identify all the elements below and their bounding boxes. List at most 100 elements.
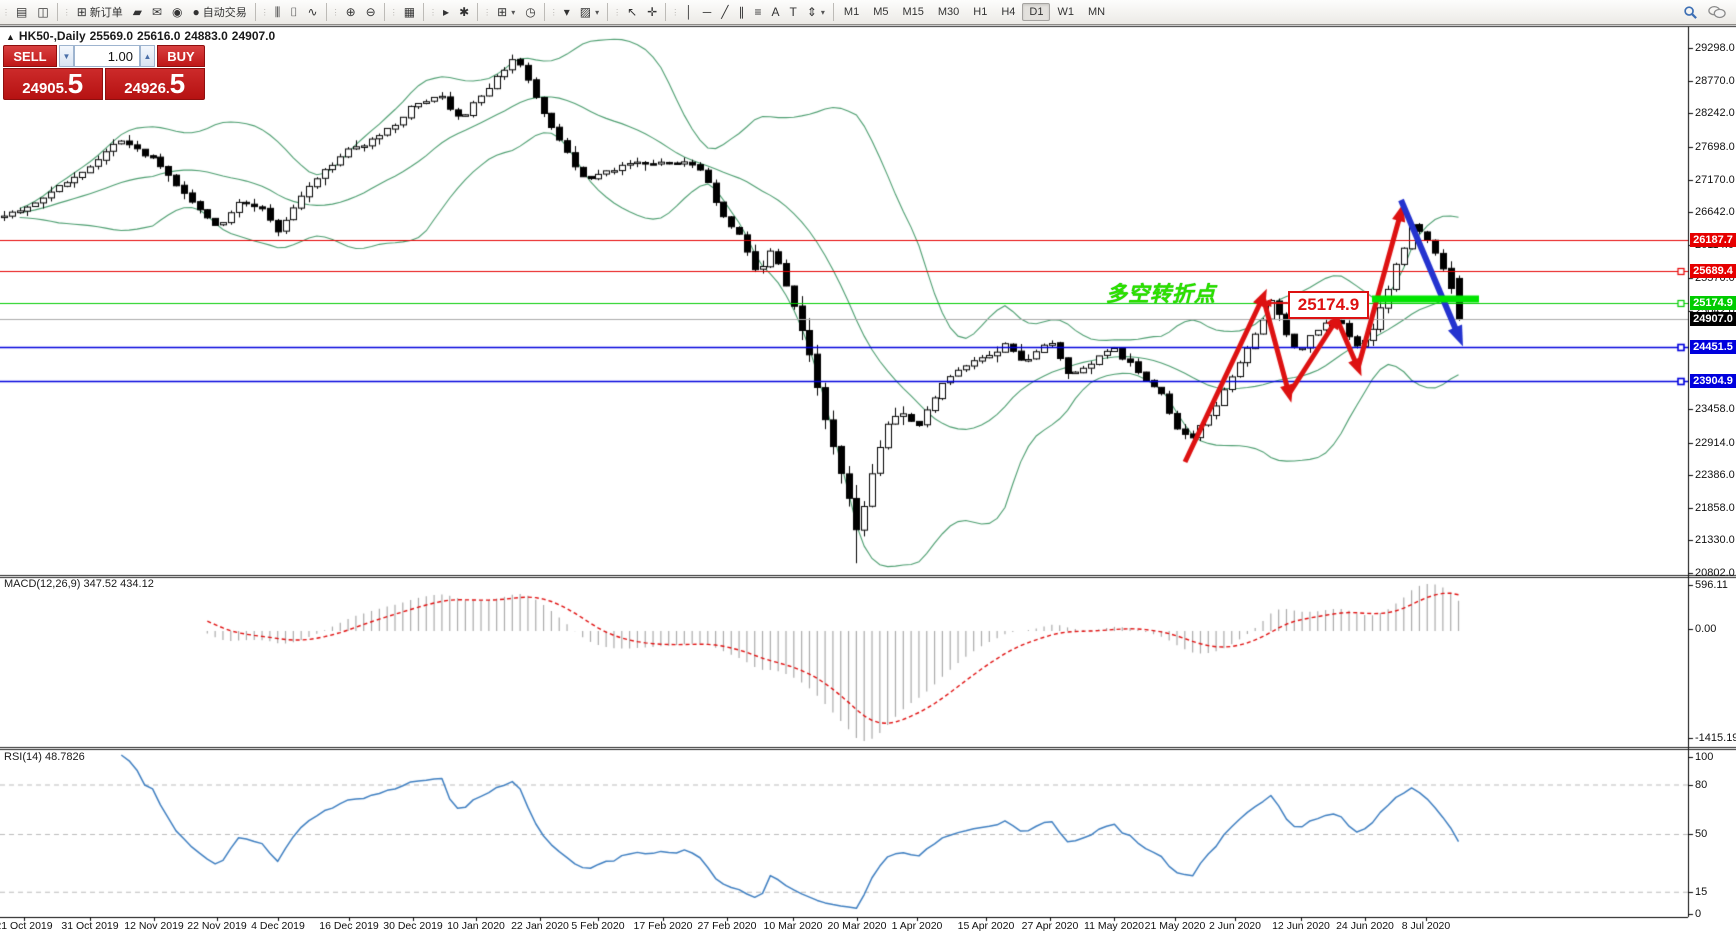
publisher-button[interactable]: ✉ (147, 3, 167, 21)
objects-menu-button[interactable]: ▾ (559, 3, 575, 21)
buy-button[interactable]: BUY (157, 45, 205, 67)
templates-icon: ▨ (579, 5, 592, 19)
auto-scroll-button[interactable]: ▸ (438, 3, 454, 21)
rsi-axis-label: 0 (1695, 908, 1702, 920)
signals-button[interactable]: ◉ (167, 3, 187, 21)
text-icon: A (771, 5, 780, 19)
price-axis-tick: 23458.0 (1695, 403, 1735, 415)
cursor-button[interactable]: ↖ (622, 3, 642, 21)
line-chart-icon: ∿ (307, 5, 318, 19)
timeframe-m15-button[interactable]: M15 (895, 3, 930, 21)
toolbar-separator (56, 3, 58, 21)
trendline-button[interactable]: ╱ (716, 3, 733, 21)
price-callout-label[interactable]: 25174.9 (1288, 291, 1369, 319)
zoom-out-icon: ⊖ (365, 5, 376, 19)
buy-price-digits: 24926 (124, 80, 166, 97)
text-label-icon: T (789, 5, 797, 19)
candlestick-chart-button[interactable]: ⌷ (285, 3, 302, 21)
toolbar-grip: ⋮ (389, 7, 398, 17)
timeframe-m5-button[interactable]: M5 (866, 3, 895, 21)
tile-windows-button[interactable]: ▦ (399, 3, 420, 21)
indicators-button[interactable]: ⊞ ▾ (492, 3, 520, 21)
indicators-icon: ⊞ (497, 5, 508, 19)
rsi-axis-label: 80 (1695, 779, 1708, 791)
toolbar-separator (665, 3, 667, 21)
line-chart-button[interactable]: ∿ (303, 3, 323, 21)
signals-icon: ◉ (172, 5, 183, 19)
low-value: 24883.0 (184, 29, 228, 43)
periods-icon: ◷ (525, 5, 536, 19)
equidistant-channel-button[interactable]: ∥ (733, 3, 749, 21)
history-center-icon: ▰ (132, 5, 142, 19)
autotrading-button-label: 自动交易 (202, 7, 247, 19)
chart-shift-icon: ✱ (459, 5, 470, 19)
text-button[interactable]: A (766, 3, 784, 21)
window-list-button[interactable]: ▤ (11, 3, 32, 21)
chart-snapshot-button[interactable]: ◫ (32, 3, 53, 21)
chart-shift-button[interactable]: ✱ (454, 3, 474, 21)
price-axis-tick: 28770.0 (1695, 75, 1735, 87)
history-center-button[interactable]: ▰ (128, 3, 147, 21)
arrows-button[interactable]: ⇕ ▾ (802, 3, 830, 21)
volume-increase-button[interactable]: ▲ (140, 45, 155, 67)
cursor-icon: ↖ (627, 5, 638, 19)
price-axis-tick: 20802.0 (1695, 567, 1735, 579)
toolbar: ⋮ ▤ ◫ ⋮ ⊞ 新订单 ▰ ✉ ◉ ● 自动交易 ⋮ ⫼ ⌷ ∿ ⋮ ⊕ ⊖ ⋮ ▦ ⋮ ▸ ✱ ⋮ ⊞ ▾ ◷ ⋮ ▾ ▨ ▾ ⋮ ↖ ✛ ⋮… (0, 0, 1736, 25)
templates-button[interactable]: ▨ ▾ (575, 3, 604, 21)
toolbar-grip: ⋮ (260, 7, 269, 17)
horizontal-line-button[interactable]: ─ (698, 3, 717, 21)
dropdown-caret-icon: ▾ (511, 7, 516, 17)
periods-button[interactable]: ◷ (520, 3, 540, 21)
toolbar-grip: ⋮ (549, 7, 558, 17)
timeframe-w1-button[interactable]: W1 (1050, 3, 1081, 21)
volume-decrease-button[interactable]: ▼ (59, 45, 74, 67)
sell-price-panel[interactable]: 24905 . 5 (3, 68, 103, 100)
search-icon[interactable] (1683, 5, 1698, 20)
text-label-button[interactable]: T (785, 3, 802, 21)
price-line-chip: 24907.0 (1690, 312, 1736, 326)
open-value: 25569.0 (89, 29, 134, 43)
volume-input[interactable]: 1.00 (74, 45, 140, 67)
price-axis-tick: 21858.0 (1695, 502, 1735, 514)
new-order-button[interactable]: ⊞ 新订单 (72, 1, 128, 23)
macd-indicator-label: MACD(12,26,9) 347.52 434.12 (4, 578, 154, 590)
price-axis-tick: 21330.0 (1695, 534, 1735, 546)
bar-chart-icon: ⫼ (274, 5, 281, 19)
chat-icon[interactable] (1708, 5, 1726, 20)
close-value: 24907.0 (231, 29, 276, 43)
crosshair-button[interactable]: ✛ (642, 3, 662, 21)
autotrading-button[interactable]: ● 自动交易 (188, 1, 252, 23)
price-line-chip: 26187.7 (1690, 233, 1736, 247)
toolbar-separator (325, 3, 327, 21)
timeframe-m1-button[interactable]: M1 (837, 3, 866, 21)
dropdown-caret-icon: ▾ (595, 7, 600, 17)
sell-button[interactable]: SELL (3, 45, 57, 67)
macd-axis-label: 596.11 (1695, 579, 1728, 591)
zoom-in-icon: ⊕ (345, 5, 356, 19)
sell-price-pip: 5 (67, 68, 84, 99)
bar-chart-button[interactable]: ⫼ (270, 3, 286, 21)
chart-canvas[interactable] (0, 0, 1736, 939)
collapse-triangle-icon: ▲ (6, 32, 15, 42)
timeframe-mn-button[interactable]: MN (1081, 3, 1112, 21)
toolbar-separator (543, 3, 545, 21)
timeframe-d1-button[interactable]: D1 (1022, 3, 1051, 21)
timeframe-m30-button[interactable]: M30 (931, 3, 966, 21)
arrows-icon: ⇕ (806, 5, 817, 19)
vertical-line-button[interactable]: │ (680, 3, 698, 21)
high-value: 25616.0 (137, 29, 181, 43)
price-line-chip: 25689.4 (1690, 264, 1736, 278)
toolbar-grip: ⋮ (613, 7, 621, 17)
price-axis-tick: 27170.0 (1695, 174, 1735, 186)
publisher-icon: ✉ (151, 5, 163, 19)
timeframe-h1-button[interactable]: H1 (966, 3, 994, 21)
zoom-in-button[interactable]: ⊕ (341, 3, 361, 21)
buy-price-pip: 5 (169, 68, 186, 99)
price-axis-tick: 22914.0 (1695, 437, 1735, 449)
fibonacci-button[interactable]: ≡ (749, 3, 766, 21)
vertical-line-icon: │ (685, 5, 693, 19)
buy-price-panel[interactable]: 24926 . 5 (104, 68, 205, 100)
timeframe-h4-button[interactable]: H4 (994, 3, 1022, 21)
chart-snapshot-icon: ◫ (37, 5, 49, 19)
zoom-out-button[interactable]: ⊖ (361, 3, 381, 21)
